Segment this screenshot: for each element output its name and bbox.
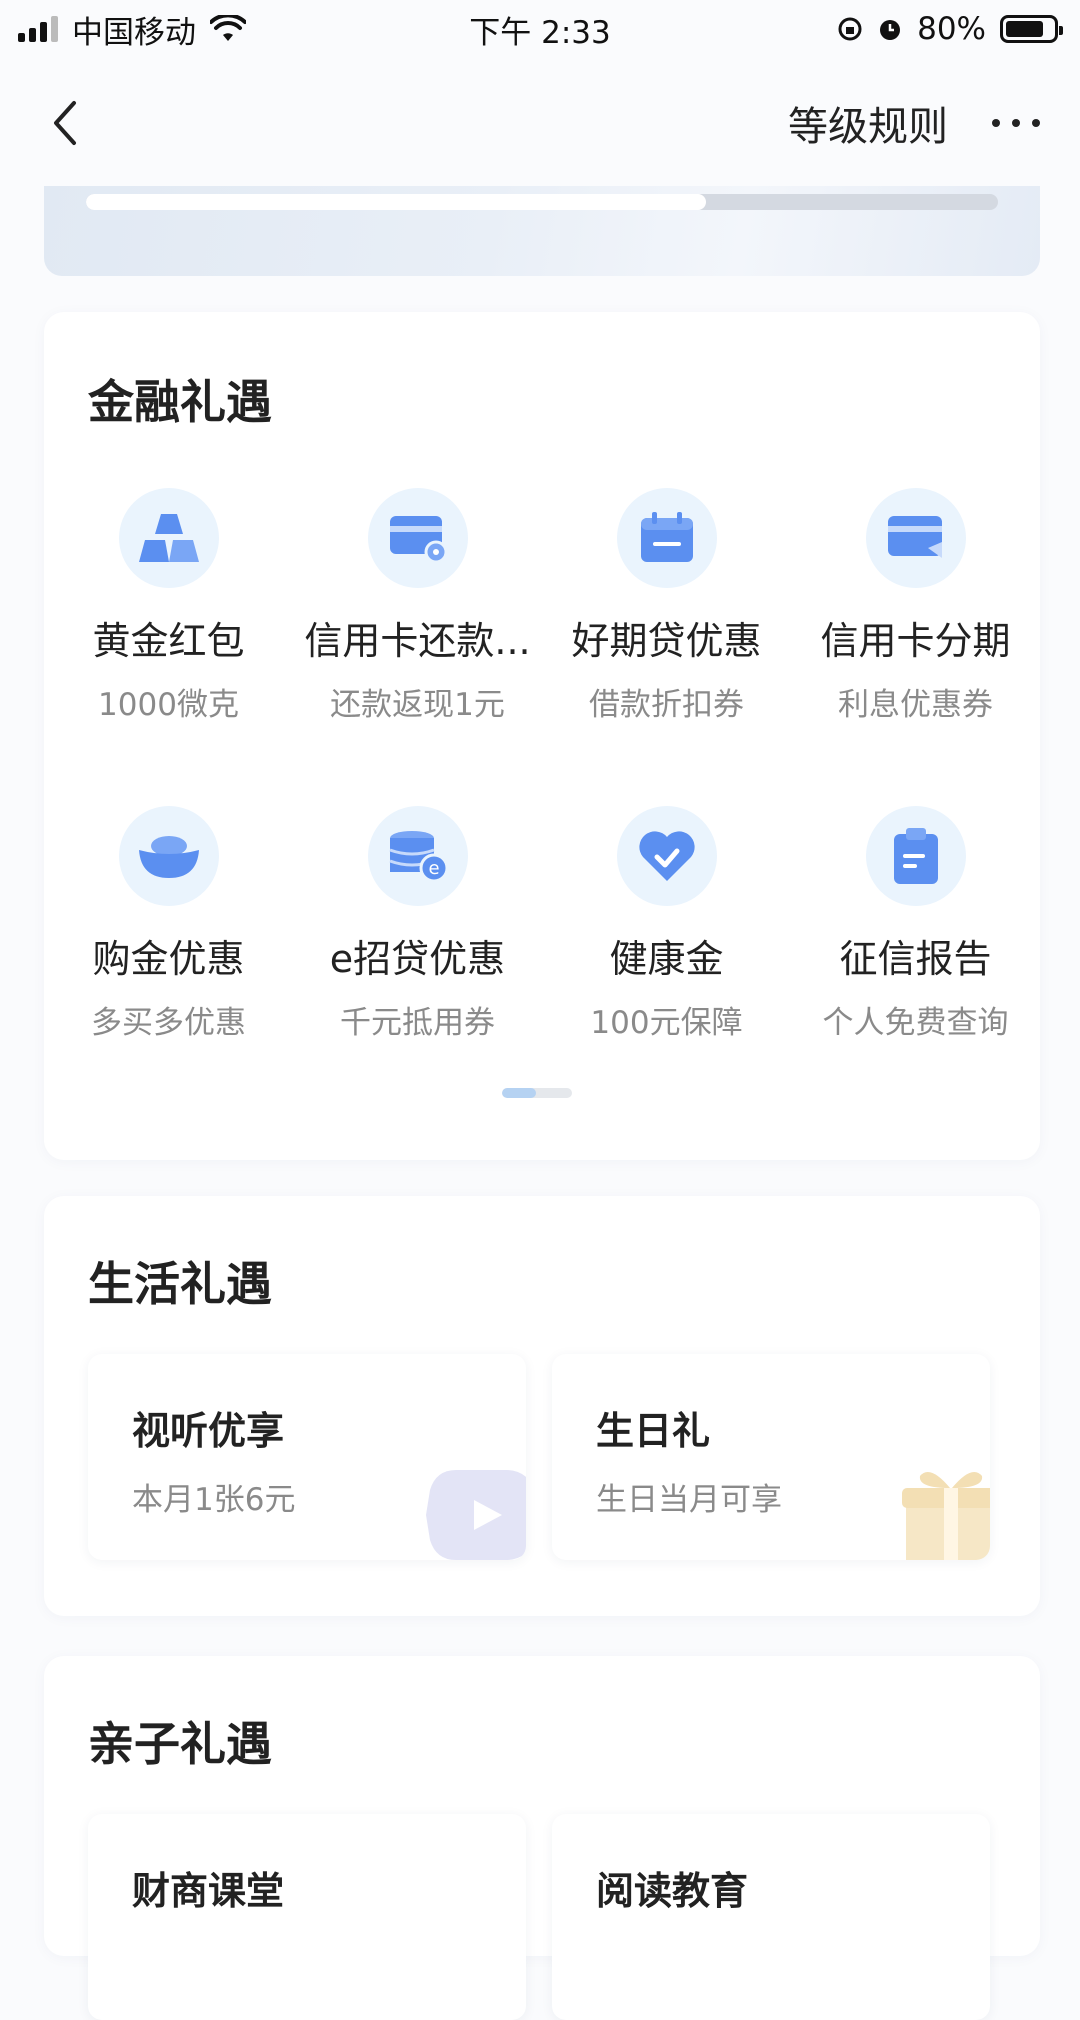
finance-item-e-loan[interactable]: e e招贷优惠 千元抵用券 [293, 806, 542, 1042]
section-title: 亲子礼遇 [88, 1717, 272, 1771]
card-title: 生日礼 [596, 1409, 711, 1453]
back-icon[interactable] [50, 99, 80, 147]
battery-fill [1006, 21, 1043, 37]
family-card-reading-education[interactable]: 阅读教育 [552, 1814, 990, 2020]
clipboard-icon [893, 828, 938, 884]
status-bar: 中国移动 下午 2:33 80% [0, 0, 1080, 58]
life-card-birthday-gift[interactable]: 生日礼 生日当月可享 [552, 1354, 990, 1560]
wifi-icon [210, 15, 246, 41]
level-progress-bar [86, 194, 998, 210]
alarm-icon [880, 20, 901, 40]
signal-icon [18, 16, 58, 42]
gift-icon [902, 1472, 990, 1560]
nav-bar: 等级规则 [0, 68, 1080, 178]
item-subtitle: 还款返现1元 [330, 687, 505, 723]
item-title: 信用卡还款... [304, 619, 531, 663]
card-title: 视听优享 [132, 1409, 285, 1453]
section-title: 生活礼遇 [88, 1257, 272, 1311]
play-icon [426, 1470, 526, 1560]
card-subtitle: 本月1张6元 [132, 1482, 296, 1518]
finance-item-card-installment[interactable]: 信用卡分期 利息优惠券 [791, 488, 1040, 724]
item-title: 黄金红包 [92, 619, 245, 663]
item-title: 征信报告 [839, 937, 992, 981]
svg-text:e: e [428, 858, 439, 879]
item-subtitle: 利息优惠券 [838, 687, 993, 723]
level-progress-fill [86, 194, 707, 210]
item-title: 购金优惠 [92, 937, 245, 981]
section-title: 金融礼遇 [88, 375, 272, 429]
rotation-lock-icon [838, 17, 862, 41]
item-subtitle: 借款折扣券 [589, 687, 744, 723]
credit-card-repay-icon [389, 516, 447, 564]
gold-ingot-icon [138, 836, 199, 878]
life-section: 生活礼遇 视听优享 本月1张6元 生日礼 生日当月可享 [44, 1196, 1040, 1616]
card-title: 阅读教育 [596, 1869, 749, 1913]
finance-section: 金融礼遇 黄金红包 1000微克 信用卡还款... 还款返现1元 好期贷优惠 借… [44, 312, 1040, 1160]
finance-item-loan-discount[interactable]: 好期贷优惠 借款折扣券 [542, 488, 791, 724]
item-subtitle: 多买多优惠 [91, 1005, 246, 1041]
item-title: 信用卡分期 [820, 619, 1011, 663]
life-card-av-benefit[interactable]: 视听优享 本月1张6元 [88, 1354, 526, 1560]
item-subtitle: 100元保障 [590, 1005, 743, 1041]
card-title: 财商课堂 [132, 1869, 285, 1913]
level-rules-link[interactable]: 等级规则 [788, 94, 948, 152]
item-title: 好期贷优惠 [571, 619, 762, 663]
page-indicator [502, 1088, 572, 1098]
carrier-name: 中国移动 [72, 14, 196, 51]
finance-item-health-fund[interactable]: 健康金 100元保障 [542, 806, 791, 1042]
finance-item-gold-packet[interactable]: 黄金红包 1000微克 [44, 488, 293, 724]
item-subtitle: 1000微克 [98, 687, 239, 723]
item-title: e招贷优惠 [329, 937, 506, 981]
item-subtitle: 个人免费查询 [822, 1005, 1009, 1041]
family-section: 亲子礼遇 财商课堂 阅读教育 [44, 1656, 1040, 2020]
gold-bars-icon [138, 514, 199, 562]
page-indicator-active [502, 1088, 536, 1098]
card-installment-icon [887, 516, 942, 558]
item-subtitle: 千元抵用券 [340, 1005, 495, 1041]
battery-percent: 80% [917, 11, 986, 47]
family-card-finance-class[interactable]: 财商课堂 [88, 1814, 526, 2020]
battery-icon [1000, 15, 1063, 43]
level-card [44, 186, 1040, 276]
finance-item-gold-buy[interactable]: 购金优惠 多买多优惠 [44, 806, 293, 1042]
calendar-icon [640, 512, 693, 562]
item-title: 健康金 [609, 937, 724, 981]
heart-check-icon [638, 831, 695, 881]
coin-stack-icon: e [388, 831, 448, 883]
more-icon[interactable] [992, 119, 1040, 127]
finance-item-credit-report[interactable]: 征信报告 个人免费查询 [791, 806, 1040, 1042]
status-time: 下午 2:33 [469, 14, 611, 51]
finance-item-card-repay[interactable]: 信用卡还款... 还款返现1元 [293, 488, 542, 724]
card-subtitle: 生日当月可享 [596, 1482, 782, 1518]
